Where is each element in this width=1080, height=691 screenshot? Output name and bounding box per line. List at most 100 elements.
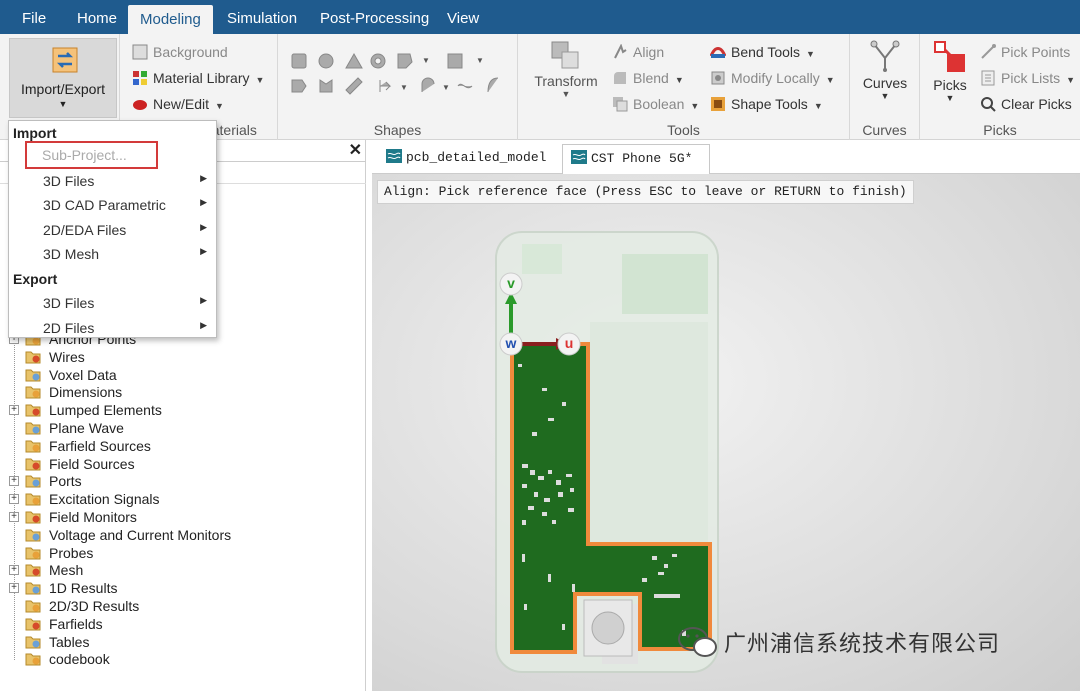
material-library-icon [133, 71, 147, 85]
align-icon [614, 44, 627, 59]
new-material-icon [133, 100, 147, 110]
tree-item[interactable]: + Ports [0, 472, 360, 490]
folder-icon [25, 653, 41, 666]
bend-tools-button[interactable]: Bend Tools ▼ [710, 41, 815, 63]
folder-icon [25, 404, 41, 417]
phone-model[interactable] [372, 174, 1080, 691]
folder-icon [25, 547, 41, 560]
align-button[interactable]: Align [612, 41, 664, 63]
tree-item[interactable]: Probes [0, 544, 360, 562]
blend-button[interactable]: Blend ▼ [612, 67, 684, 89]
tree-item[interactable]: 2D/3D Results [0, 597, 360, 615]
folder-icon [25, 386, 41, 399]
export-3d-files-item[interactable]: 3D Files ▶ [43, 295, 213, 311]
transform-button[interactable]: Transform ▼ [528, 40, 604, 99]
import-export-icon [52, 47, 78, 73]
pick-points-icon [981, 44, 996, 59]
chevron-down-icon: ▼ [674, 75, 684, 85]
tree-item-label: Dimensions [49, 384, 123, 401]
picks-group-label: Picks [983, 122, 1017, 138]
tree-item-label: Ports [49, 473, 82, 490]
folder-icon [25, 369, 41, 382]
import-3d-mesh-item[interactable]: 3D Mesh ▶ [43, 246, 213, 262]
group-curves: Curves ▼ Curves [850, 34, 920, 140]
folder-icon [25, 493, 41, 506]
chevron-down-icon: ▼ [880, 91, 890, 101]
curves-icon [870, 40, 900, 72]
import-export-label: Import/Export [20, 81, 106, 97]
import-export-button[interactable]: Import/Export ▼ [9, 38, 117, 118]
3d-viewport[interactable]: v w u [372, 174, 1080, 691]
tab-cst-phone-5g[interactable]: CST Phone 5G*✕ [562, 144, 710, 198]
tree-item[interactable]: + Lumped Elements [0, 401, 360, 419]
sub-project-item[interactable]: Sub-Project... [25, 141, 158, 169]
import-header: Import [13, 125, 57, 141]
close-icon[interactable]: ✕ [349, 140, 362, 160]
curves-group-label: Curves [862, 122, 907, 138]
menu-home[interactable]: Home [73, 0, 121, 34]
import-2d-eda-files-item[interactable]: 2D/EDA Files ▶ [43, 222, 213, 238]
viewport-status-message: Align: Pick reference face (Press ESC to… [377, 180, 914, 204]
clear-picks-button[interactable]: Clear Picks [980, 93, 1072, 115]
import-3d-cad-parametric-item[interactable]: 3D CAD Parametric ▶ [43, 197, 213, 213]
tree-item[interactable]: Voxel Data [0, 366, 360, 384]
modify-locally-button[interactable]: Modify Locally ▼ [710, 67, 835, 89]
boolean-icon [613, 97, 628, 112]
expand-icon[interactable]: + [9, 405, 19, 416]
tree-item[interactable]: Tables [0, 633, 360, 651]
export-2d-files-item[interactable]: 2D Files ▶ [43, 320, 213, 336]
tree-item-label: Probes [49, 544, 94, 561]
menu-view[interactable]: View [443, 0, 483, 34]
folder-icon [25, 636, 41, 649]
menu-modeling[interactable]: Modeling [128, 5, 213, 34]
expand-icon[interactable]: + [9, 494, 19, 505]
background-button[interactable]: Background [132, 41, 228, 63]
tree-item[interactable]: Voltage and Current Monitors [0, 526, 360, 544]
tree-item-label: 1D Results [49, 580, 118, 597]
tree-item-label: Voltage and Current Monitors [49, 526, 232, 543]
pick-lists-button[interactable]: Pick Lists ▼ [980, 67, 1075, 89]
modify-locally-icon [711, 71, 725, 85]
shape-primitives-icons[interactable]: ▼ ▼ ▼ ▼ [290, 50, 505, 100]
picks-button[interactable]: Picks ▼ [926, 40, 974, 103]
tree-item-label: codebook [49, 651, 110, 668]
import-3d-files-item[interactable]: 3D Files ▶ [43, 173, 213, 189]
tree-item[interactable]: + Mesh [0, 561, 360, 579]
chevron-right-icon: ▶ [200, 246, 207, 256]
tree-item[interactable]: + Excitation Signals [0, 490, 360, 508]
tree-item[interactable]: Wires [0, 348, 360, 366]
expand-icon[interactable]: + [9, 512, 19, 522]
tree-item[interactable]: Farfields [0, 615, 360, 633]
model-icon [386, 149, 402, 163]
expand-icon[interactable]: + [9, 583, 19, 594]
boolean-button[interactable]: Boolean ▼ [612, 93, 699, 115]
curves-label: Curves [862, 75, 908, 91]
tree-item[interactable]: Dimensions [0, 383, 360, 401]
expand-icon[interactable]: + [9, 476, 19, 487]
new-edit-button[interactable]: New/Edit ▼ [132, 93, 224, 115]
axis-v-label: v [507, 275, 515, 291]
menu-file[interactable]: File [18, 0, 50, 34]
tree-item-label: 2D/3D Results [49, 598, 140, 614]
tree-item[interactable]: + Field Monitors [0, 508, 360, 526]
tab-pcb-detailed-model[interactable]: pcb_detailed_model✕ [378, 144, 550, 197]
pick-points-button[interactable]: Pick Points [980, 41, 1070, 63]
group-picks: Picks ▼ Pick Points Pick Lists ▼ Clear Pi… [920, 34, 1080, 140]
tree-item[interactable]: +1D Results [0, 579, 360, 597]
tree-item[interactable]: Farfield Sources [0, 437, 360, 455]
shape-tools-button[interactable]: Shape Tools ▼ [710, 93, 823, 115]
folder-icon [25, 440, 41, 453]
group-tools: Transform ▼ Align Blend ▼ Boolean ▼ Bend T… [518, 34, 850, 140]
shapes-group-label: Shapes [373, 122, 422, 138]
folder-icon [25, 511, 41, 524]
import-export-dropdown: Import Sub-Project... 3D Files ▶ 3D CAD P… [8, 120, 217, 338]
model-icon [571, 150, 587, 164]
menu-simulation[interactable]: Simulation [223, 0, 301, 34]
menu-post-processing[interactable]: Post-Processing [316, 0, 433, 34]
material-library-button[interactable]: Material Library ▼ [132, 67, 264, 89]
tree-item[interactable]: Field Sources [0, 455, 360, 473]
curves-button[interactable]: Curves ▼ [854, 40, 916, 101]
tree-item[interactable]: codebook [0, 650, 360, 668]
expand-icon[interactable]: + [9, 565, 19, 576]
tree-item[interactable]: Plane Wave [0, 419, 360, 437]
